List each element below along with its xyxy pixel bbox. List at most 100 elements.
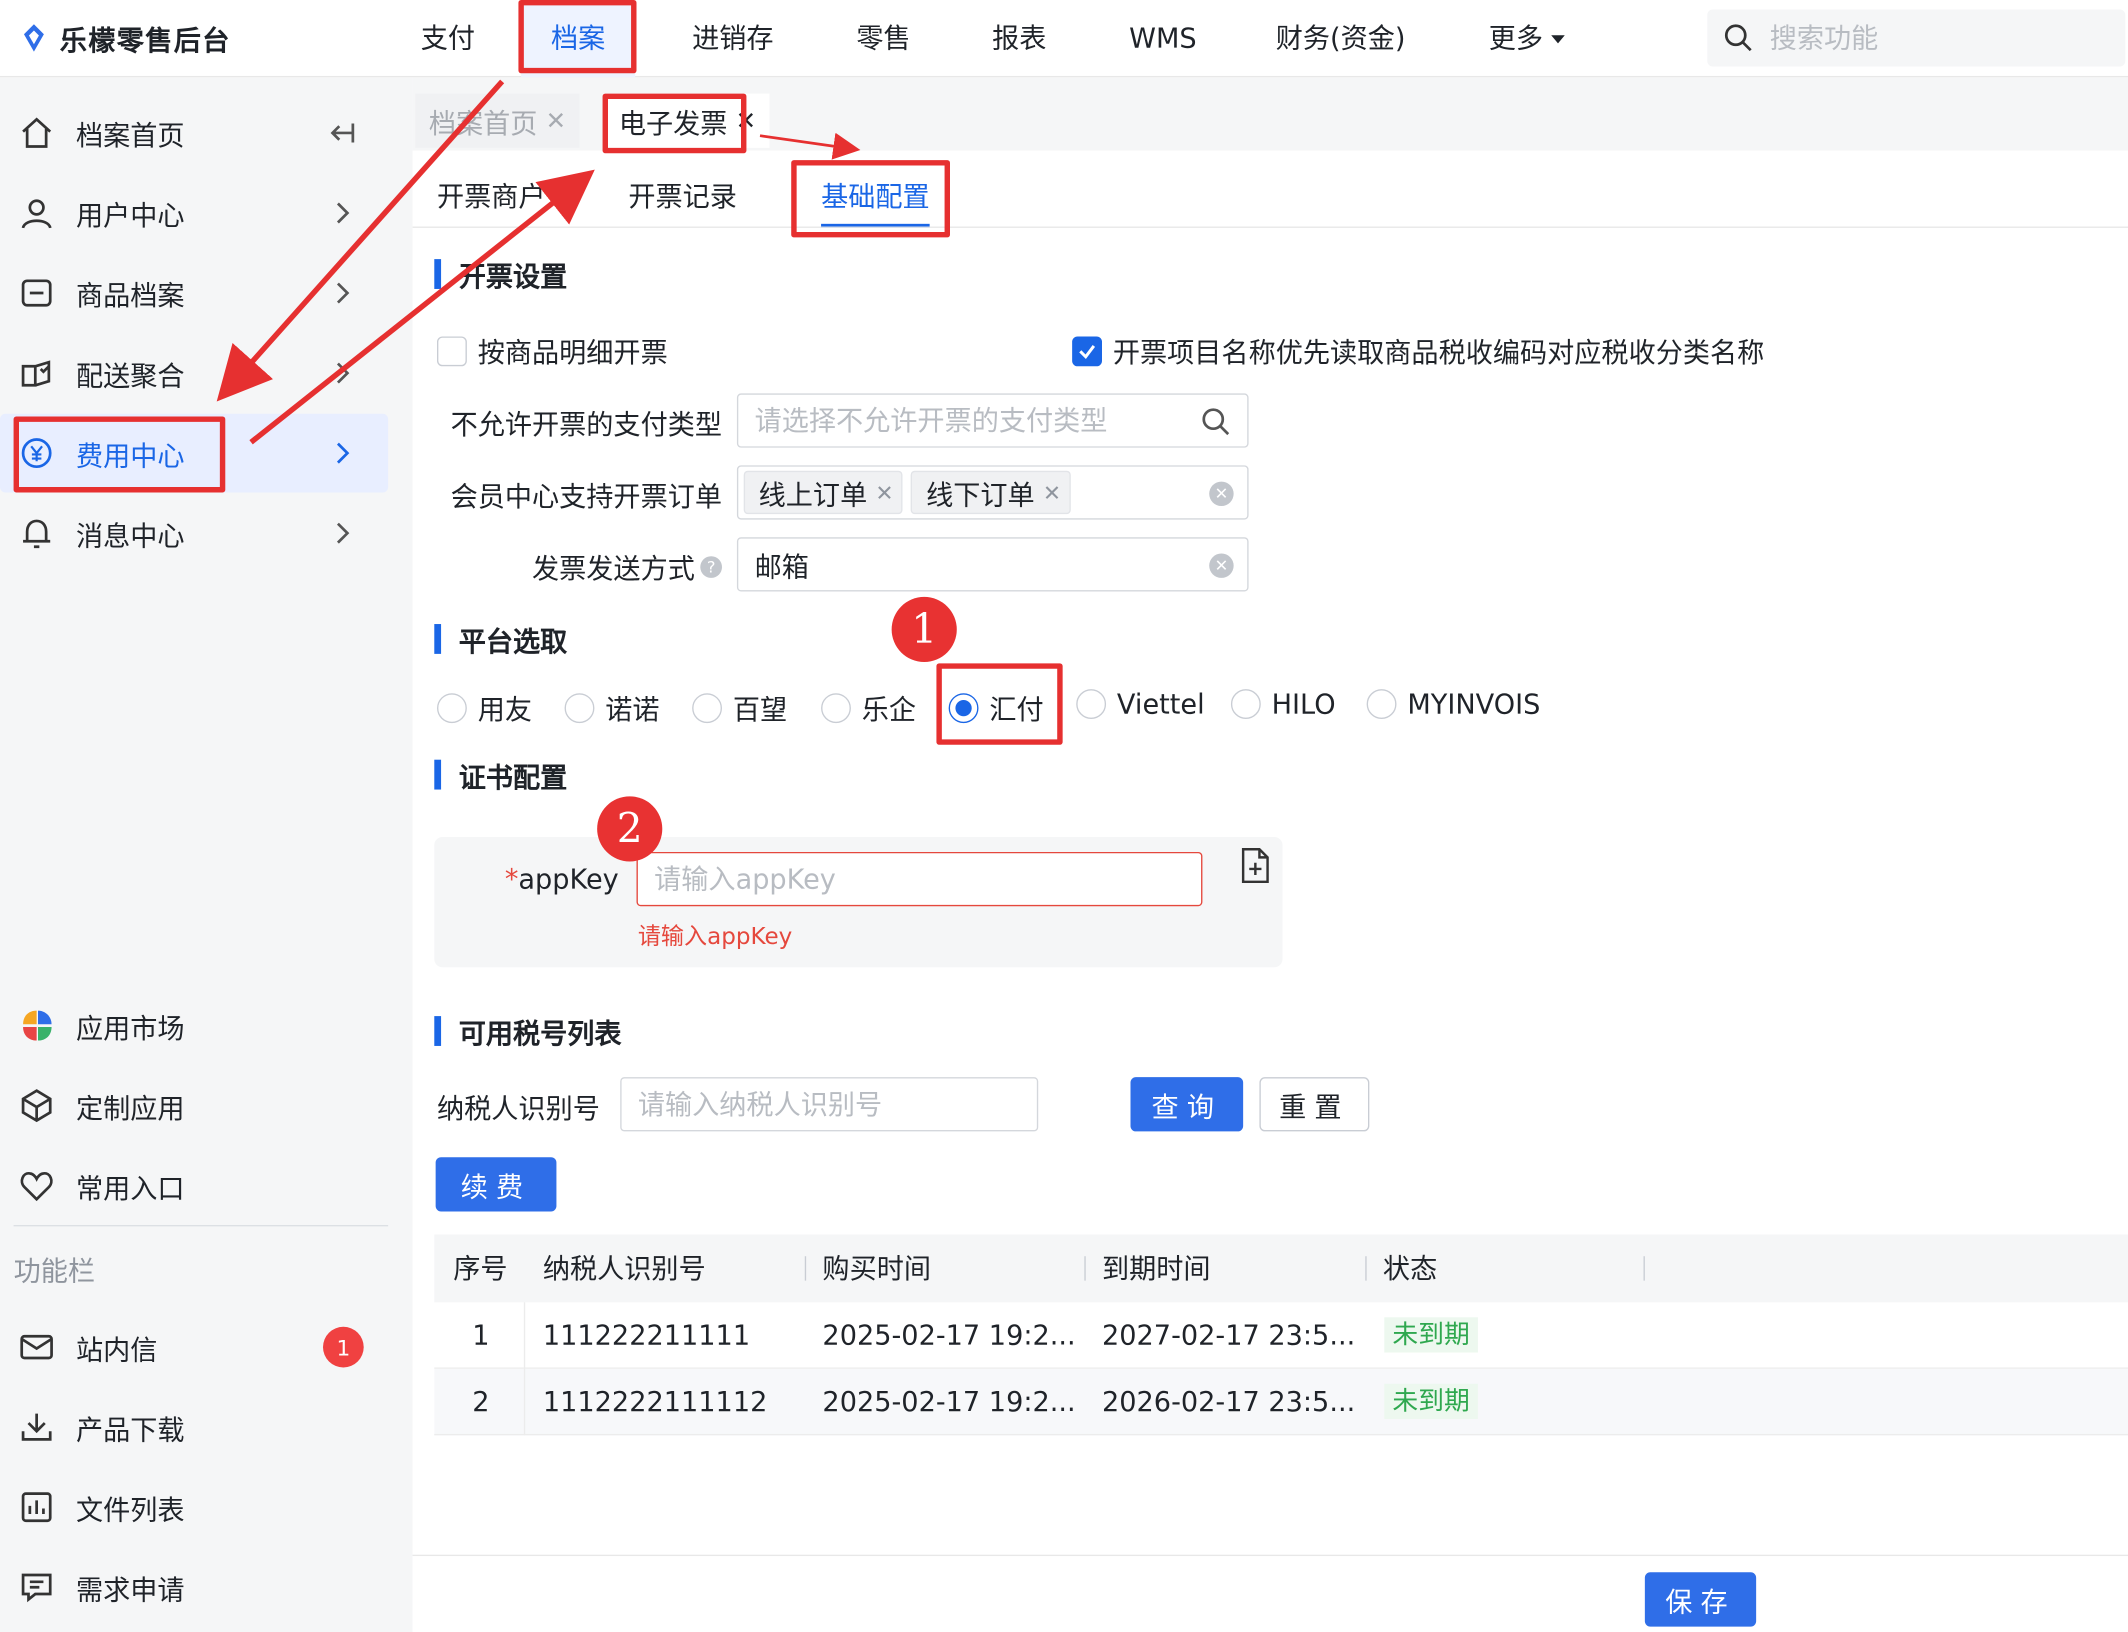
topnav-archive[interactable]: 档案 [521,0,636,78]
col-header-expire-time: 到期时间 [1101,1252,1211,1285]
radio-label: 诺诺 [605,693,660,726]
sidebar-item-expense-center[interactable]: 费用中心 [0,413,389,493]
radio-circle[interactable] [1230,689,1261,720]
sidebar-item-user-center[interactable]: 用户中心 [0,174,388,253]
radio-leqi[interactable]: 乐企 [821,688,916,727]
sidebar-item-message-center[interactable]: 消息中心 [0,494,388,573]
radio-label: 百望 [732,693,788,726]
search-input[interactable] [1769,21,2096,55]
collapse-icon[interactable] [326,117,359,150]
radio-huifu[interactable]: 汇付 [948,688,1044,727]
disallowed-pay-input[interactable] [754,404,1189,437]
tag-label: 线下订单 [926,478,1035,511]
appkey-label: *appKey [505,863,619,896]
delivery-icon [16,353,57,394]
radio-circle[interactable] [821,692,851,723]
cell-tax-id: 1112222111112 [542,1385,768,1418]
sidebar-item-file-list[interactable]: 文件列表 [0,1468,388,1547]
radio-nuonuo[interactable]: 诺诺 [564,688,660,727]
tag-close-icon[interactable]: ✕ [875,480,893,506]
top-bar: 乐檬零售后台 支付 档案 进销存 零售 报表 WMS 财务(资金) 更多 [0,0,2128,78]
topnav-inventory[interactable]: 进销存 [692,0,773,77]
search-box[interactable] [1707,9,2126,67]
member-orders-select[interactable]: 线上订单 ✕ 线下订单 ✕ ✕ [736,465,1249,520]
sidebar-item-inbox[interactable]: 站内信 1 [0,1308,388,1387]
sidebar-item-goods-archive[interactable]: 商品档案 [0,254,388,333]
prefer-tax-name-checkbox[interactable]: 开票项目名称优先读取商品税收编码对应税收分类名称 [1072,331,1764,370]
tag-close-icon[interactable]: ✕ [1043,480,1061,506]
checkbox-box[interactable] [1072,335,1102,366]
app-window: 乐檬零售后台 支付 档案 进销存 零售 报表 WMS 财务(资金) 更多 档案首… [0,0,2128,1632]
subtab-merchant[interactable]: 开票商户 [437,174,546,228]
renew-button[interactable]: 续费 [435,1157,557,1212]
sidebar-item-custom-app[interactable]: 定制应用 [0,1066,388,1145]
radio-circle[interactable] [948,692,979,723]
chevron-right-icon [336,282,350,304]
topnav-finance[interactable]: 财务(资金) [1276,0,1406,77]
close-icon[interactable]: ✕ [736,106,756,134]
taxpayer-id-field[interactable] [620,1077,1039,1132]
cell-expire-time: 2026-02-17 23:5... [1101,1385,1356,1418]
table-row[interactable]: 2 1112222111112 2025-02-17 19:2... 2026-… [434,1368,2128,1436]
subtab-records[interactable]: 开票记录 [628,174,737,228]
app-market-icon [16,1005,57,1046]
cell-buy-time: 2025-02-17 19:2... [822,1318,1076,1352]
sidebar-item-label: 需求申请 [75,1572,185,1606]
help-icon[interactable]: ? [700,555,722,578]
add-file-icon[interactable] [1240,848,1270,884]
radio-circle[interactable] [692,692,722,723]
table-row[interactable]: 1 111222211111 2025-02-17 19:2... 2027-0… [434,1302,2128,1369]
topnav-more[interactable]: 更多 [1489,0,1568,77]
topnav-wms[interactable]: WMS [1129,0,1196,77]
sidebar-item-label: 文件列表 [75,1492,185,1526]
sidebar-item-archive-home[interactable]: 档案首页 [0,94,388,173]
topnav-report[interactable]: 报表 [992,0,1046,77]
appkey-label-text: appKey [518,862,619,896]
logo-icon [23,24,44,52]
close-icon[interactable]: ✕ [546,106,566,134]
chevron-right-icon [336,362,350,384]
clear-icon[interactable]: ✕ [1209,481,1234,507]
radio-hilo[interactable]: HILO [1230,688,1336,720]
tag-label: 线上订单 [758,478,868,511]
logo[interactable]: 乐檬零售后台 [19,18,231,59]
checkbox-box[interactable] [436,335,467,366]
radio-myinvois[interactable]: MYINVOIS [1366,688,1540,720]
save-button[interactable]: 保存 [1644,1572,1757,1627]
radio-yonyou[interactable]: 用友 [436,688,532,727]
topnav-pay[interactable]: 支付 [421,0,475,77]
radio-circle[interactable] [1076,689,1107,720]
disallowed-pay-select[interactable] [736,393,1249,448]
sidebar-item-favorites[interactable]: 常用入口 [0,1146,388,1225]
page-tabs-bar: 档案首页 ✕ 电子发票 ✕ [412,77,2128,151]
appkey-input[interactable] [654,862,1202,896]
sidebar-item-request[interactable]: 需求申请 [0,1548,388,1627]
sidebar-item-app-market[interactable]: 应用市场 [0,986,388,1065]
send-method-value: 邮箱 [754,550,809,583]
reset-button[interactable]: 重置 [1259,1077,1370,1132]
tab-archive-home[interactable]: 档案首页 ✕ [415,93,580,148]
clear-icon[interactable]: ✕ [1209,553,1234,578]
sidebar-item-label: 应用市场 [75,1011,185,1044]
subtab-divider [412,226,2128,228]
topnav-retail[interactable]: 零售 [856,0,910,77]
sidebar-item-download[interactable]: 产品下载 [0,1388,388,1467]
send-method-select[interactable]: 邮箱 ✕ [736,537,1249,592]
member-orders-label: 会员中心支持开票订单 [450,480,722,513]
check-icon [1079,344,1096,359]
appkey-field[interactable] [636,851,1203,907]
sidebar: 档案首页 用户中心 商品档案 配送聚合 费用中心 消息中心 应用市场 定制应用 … [0,77,413,1632]
radio-baiwang[interactable]: 百望 [692,688,787,727]
taxpayer-id-label: 纳税人识别号 [436,1092,600,1125]
radio-circle[interactable] [436,692,467,723]
radio-circle[interactable] [564,692,595,723]
user-icon [16,193,57,234]
radio-circle[interactable] [1366,689,1397,720]
sidebar-item-delivery[interactable]: 配送聚合 [0,334,388,413]
taxpayer-id-input[interactable] [637,1088,1037,1121]
radio-viettel[interactable]: Viettel [1076,688,1205,720]
by-detail-checkbox[interactable]: 按商品明细开票 [436,331,668,370]
query-button[interactable]: 查询 [1130,1077,1244,1132]
subtab-basic-config[interactable]: 基础配置 [821,174,930,228]
tab-e-invoice[interactable]: 电子发票 ✕ [605,93,770,148]
